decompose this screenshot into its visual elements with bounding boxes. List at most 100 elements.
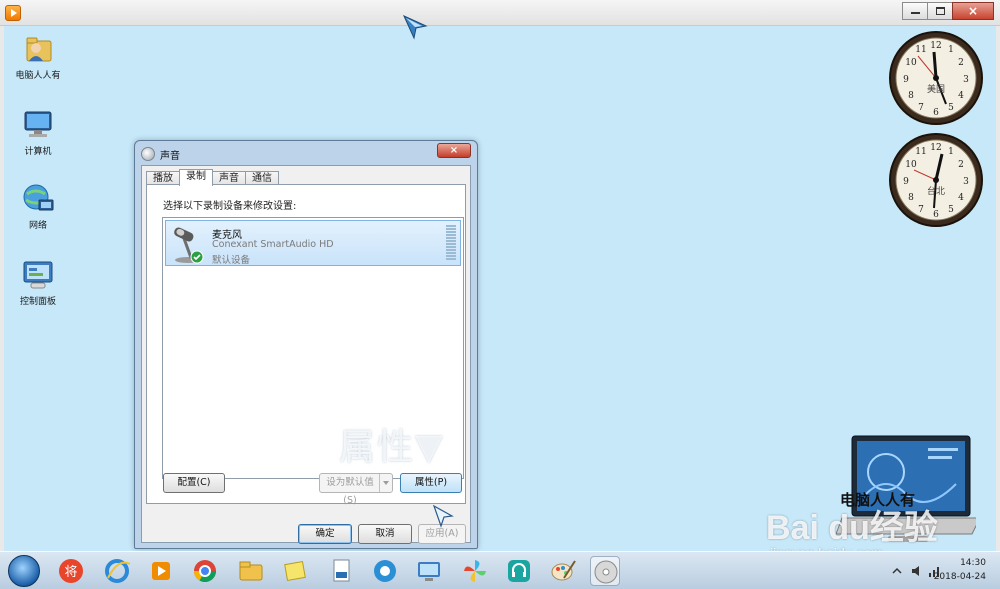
speaker-icon xyxy=(141,147,155,161)
desktop-icon-label: 网络 xyxy=(28,221,47,231)
folder-icon xyxy=(239,561,263,581)
player-app-icon[interactable] xyxy=(5,5,21,21)
close-icon: × xyxy=(449,145,459,156)
dialog-body: 播放 录制 声音 通信 选择以下录制设备来修改设置: 麦克风 Conexant … xyxy=(141,165,471,544)
clock-label: 台北 xyxy=(926,187,945,197)
clock-face-icon: 12369 1245 781011 xyxy=(889,31,983,125)
player-titlebar: × xyxy=(0,0,1000,26)
tray-expand-icon[interactable] xyxy=(892,566,902,576)
mouse-pointer-icon xyxy=(402,14,428,40)
svg-text:2: 2 xyxy=(958,160,964,170)
recording-panel: 选择以下录制设备来修改设置: 麦克风 Conexant SmartAudio H… xyxy=(146,184,466,506)
clock-face-icon: 12369 1245 781011 xyxy=(889,133,983,227)
paint-icon xyxy=(551,560,576,581)
taskbar-item-document[interactable] xyxy=(326,556,356,586)
svg-text:11: 11 xyxy=(915,147,926,157)
cancel-button[interactable]: 取消 xyxy=(358,524,412,544)
desktop-icon-label: 计算机 xyxy=(24,147,52,157)
svg-text:10: 10 xyxy=(905,160,917,170)
maximize-button[interactable] xyxy=(927,2,953,20)
minimize-icon xyxy=(911,12,920,14)
properties-button[interactable]: 属性(P) xyxy=(400,473,462,493)
taskbar-item-sound[interactable] xyxy=(590,556,620,586)
set-default-button[interactable]: 设为默认值(S) xyxy=(319,473,393,506)
desktop-icon-label: 电脑人人有 xyxy=(15,71,61,81)
headset-icon xyxy=(508,560,530,582)
svg-text:6: 6 xyxy=(933,210,939,220)
sticky-notes-icon xyxy=(284,560,306,582)
clock-date[interactable]: 2018-04-24 xyxy=(934,572,986,582)
display-icon xyxy=(418,562,440,581)
device-list[interactable]: 麦克风 Conexant SmartAudio HD 默认设备 属性▼ xyxy=(162,217,464,479)
svg-text:12: 12 xyxy=(930,143,941,153)
device-status: 默认设备 xyxy=(212,255,251,266)
dialog-titlebar: 声音 xyxy=(141,145,180,163)
clock-label: 美国 xyxy=(926,85,945,95)
svg-text:1: 1 xyxy=(948,45,954,55)
ok-button[interactable]: 确定 xyxy=(298,524,352,544)
system-tray: 14:30 2018-04-24 xyxy=(862,556,992,586)
taskbar-item-support[interactable] xyxy=(504,556,534,586)
desktop-icon-computer[interactable]: 计算机 xyxy=(8,108,68,157)
sound-cd-icon xyxy=(594,560,618,584)
taskbar-item-browser[interactable] xyxy=(370,556,400,586)
set-default-label: 设为默认值(S) xyxy=(326,477,374,506)
clock-gadget[interactable]: 12 3 6 9 1245 7 8 10 11 美国 xyxy=(888,30,984,126)
sound-dialog: 声音 × 播放 录制 声音 通信 选择以下录制设备来修改设置: 麦克风 Cone… xyxy=(134,140,478,549)
desktop-icon-label: 控制面板 xyxy=(19,297,56,307)
desktop-icon-network[interactable]: 网络 xyxy=(8,182,68,231)
svg-text:1: 1 xyxy=(948,147,954,157)
control-panel-icon xyxy=(21,258,55,292)
baidu-watermark: Bai du经验 xyxy=(766,509,938,547)
taskbar-item-player[interactable]: 将 xyxy=(56,556,86,586)
svg-text:将: 将 xyxy=(64,565,77,580)
instruction-text: 选择以下录制设备来修改设置: xyxy=(163,201,297,212)
taskbar-item-sticky-notes[interactable] xyxy=(280,556,310,586)
chevron-down-icon[interactable] xyxy=(379,474,392,492)
svg-text:7: 7 xyxy=(918,103,924,113)
svg-text:6: 6 xyxy=(933,108,939,118)
taskbar-item-chrome[interactable] xyxy=(190,556,220,586)
network-icon xyxy=(21,182,55,216)
maximize-icon xyxy=(936,7,945,15)
taskbar-item-ie[interactable] xyxy=(102,556,132,586)
document-icon xyxy=(333,559,350,582)
configure-button[interactable]: 配置(C) xyxy=(163,473,225,493)
taskbar: 将 14:30 2018-04-24 xyxy=(0,551,1000,589)
svg-text:5: 5 xyxy=(948,103,954,113)
svg-text:7: 7 xyxy=(918,205,924,215)
taskbar-item-media[interactable] xyxy=(146,556,176,586)
start-button[interactable] xyxy=(8,555,40,587)
volume-icon[interactable] xyxy=(910,564,924,578)
player-app-icon: 将 xyxy=(59,559,83,583)
dialog-title: 声音 xyxy=(160,150,180,162)
svg-text:2: 2 xyxy=(958,58,964,68)
taskbar-item-display[interactable] xyxy=(414,556,444,586)
device-row-microphone[interactable]: 麦克风 Conexant SmartAudio HD 默认设备 xyxy=(165,220,461,266)
svg-text:5: 5 xyxy=(948,205,954,215)
taskbar-item-explorer[interactable] xyxy=(236,556,266,586)
overlay-hint-text: 属性▼ xyxy=(339,427,445,468)
window-controls: × xyxy=(902,2,994,20)
tab-recording[interactable]: 录制 xyxy=(179,169,213,186)
taskbar-item-paint[interactable] xyxy=(548,556,578,586)
media-player-icon xyxy=(152,562,170,580)
dialog-close-button[interactable]: × xyxy=(437,143,471,158)
svg-text:10: 10 xyxy=(905,58,917,68)
user-folder-icon xyxy=(21,32,55,66)
ie-icon xyxy=(105,559,131,583)
level-meter xyxy=(446,225,456,261)
device-driver: Conexant SmartAudio HD xyxy=(212,239,334,250)
svg-text:11: 11 xyxy=(915,45,926,55)
close-button[interactable]: × xyxy=(952,2,994,20)
desktop-icon-user-folder[interactable]: 电脑人人有 xyxy=(8,32,68,81)
computer-icon xyxy=(21,108,55,142)
clock-gadget[interactable]: 12 3 6 9 1245 7 8 10 11 台北 xyxy=(888,132,984,228)
clock-time[interactable]: 14:30 xyxy=(960,558,986,568)
close-icon: × xyxy=(967,4,979,18)
taskbar-item-pinwheel[interactable] xyxy=(460,556,490,586)
desktop-icon-control-panel[interactable]: 控制面板 xyxy=(8,258,68,307)
minimize-button[interactable] xyxy=(902,2,928,20)
pinwheel-icon xyxy=(464,560,486,582)
microphone-icon xyxy=(174,227,204,264)
